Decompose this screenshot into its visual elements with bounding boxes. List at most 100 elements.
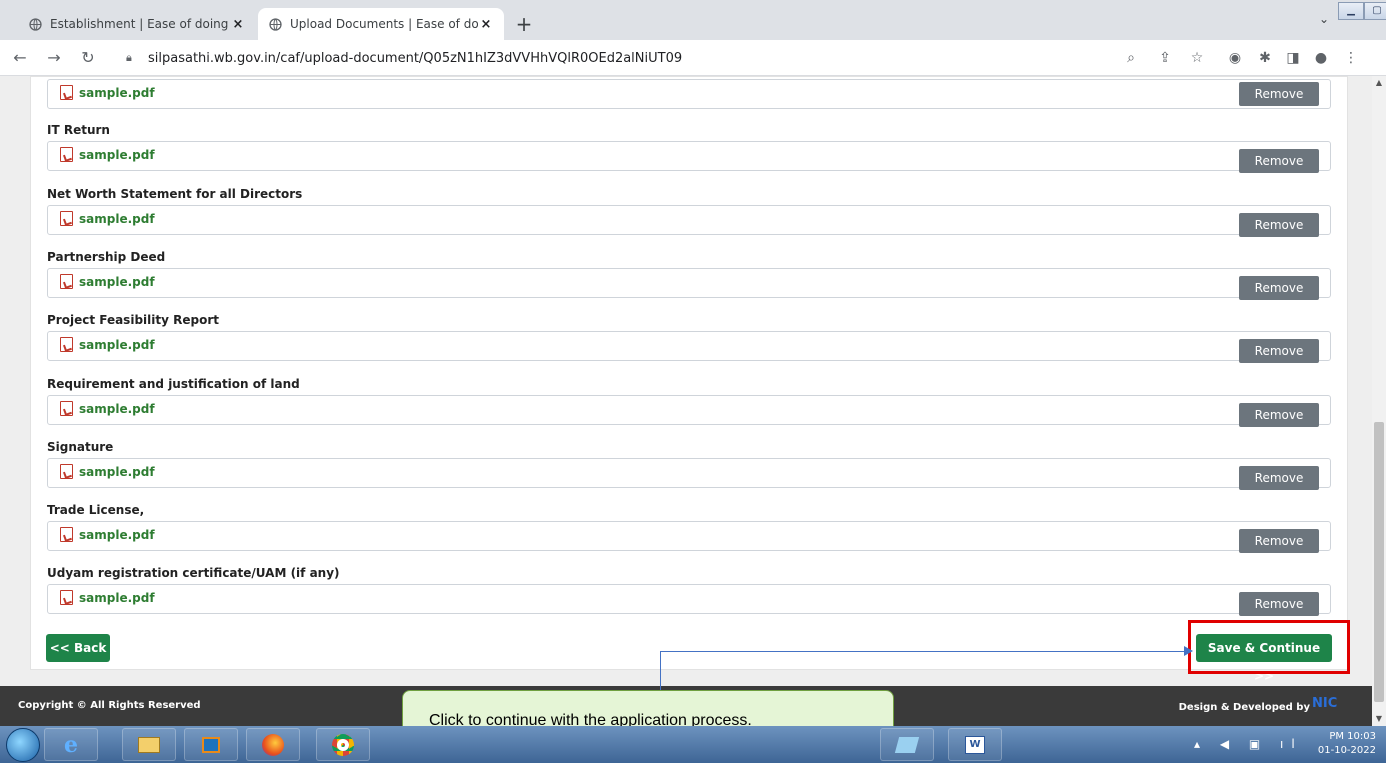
tab-search-icon[interactable]: ⌄ <box>1312 12 1336 34</box>
document-label: Project Feasibility Report <box>47 313 219 327</box>
file-link[interactable]: sample.pdf <box>60 527 155 542</box>
tab-upload-documents[interactable]: Upload Documents | Ease of doir × <box>258 8 504 40</box>
callout-connector-line <box>660 651 661 691</box>
remove-button[interactable]: Remove <box>1239 82 1319 106</box>
document-file-box: sample.pdf Remove <box>47 331 1331 363</box>
reload-icon[interactable]: ↻ <box>78 48 98 68</box>
side-panel-icon[interactable]: ◨ <box>1284 49 1302 67</box>
document-file-box: sample.pdf Remove <box>47 395 1331 427</box>
pdf-icon <box>60 590 73 605</box>
remove-button[interactable]: Remove <box>1239 403 1319 427</box>
word-icon[interactable]: W <box>948 728 1002 761</box>
highlight-box <box>1188 620 1350 674</box>
document-file-box: sample.pdf Remove <box>47 584 1331 616</box>
minimize-icon[interactable]: ▁ <box>1338 2 1364 20</box>
camera-icon[interactable]: ◉ <box>1226 49 1244 67</box>
pdf-icon <box>60 211 73 226</box>
callout-arrow-icon <box>1184 646 1193 656</box>
page-viewport: sample.pdf Remove IT Return sample.pdf R… <box>0 76 1372 726</box>
profile-avatar-icon[interactable]: ● <box>1312 49 1330 67</box>
remove-button[interactable]: Remove <box>1239 213 1319 237</box>
callout-connector-line <box>660 651 1190 652</box>
forward-arrow-icon[interactable]: → <box>44 48 64 68</box>
menu-kebab-icon[interactable]: ⋮ <box>1342 49 1360 67</box>
extensions-icon[interactable]: ✱ <box>1256 49 1274 67</box>
upload-documents-panel: sample.pdf Remove IT Return sample.pdf R… <box>30 76 1348 670</box>
remove-button[interactable]: Remove <box>1239 592 1319 616</box>
scrollbar-thumb[interactable] <box>1374 422 1384 702</box>
browser-tab-bar: Establishment | Ease of doing bus × Uplo… <box>0 0 1386 40</box>
pdf-icon <box>60 464 73 479</box>
remove-button[interactable]: Remove <box>1239 466 1319 490</box>
tab-close-icon[interactable]: × <box>230 17 246 32</box>
remove-button[interactable]: Remove <box>1239 276 1319 300</box>
new-tab-button[interactable]: + <box>510 10 538 38</box>
tab-close-icon[interactable]: × <box>478 17 494 32</box>
pdf-icon <box>60 401 73 416</box>
bookmark-star-icon[interactable]: ☆ <box>1188 49 1206 67</box>
document-label: IT Return <box>47 123 110 137</box>
document-file-box: sample.pdf Remove <box>47 205 1331 237</box>
document-file-box: sample.pdf Remove <box>47 79 1331 109</box>
firefox-icon[interactable] <box>246 728 300 761</box>
remove-button[interactable]: Remove <box>1239 339 1319 363</box>
document-label: Partnership Deed <box>47 250 166 264</box>
url-text: silpasathi.wb.gov.in/caf/upload-document… <box>148 50 683 66</box>
document-label: Trade License, <box>47 503 145 517</box>
internet-explorer-icon[interactable]: e <box>44 728 98 761</box>
pdf-icon <box>60 147 73 162</box>
document-label: Requirement and justification of land <box>47 377 300 391</box>
share-icon[interactable]: ⇪ <box>1156 49 1174 67</box>
remove-button[interactable]: Remove <box>1239 529 1319 553</box>
browser-toolbar: ← → ↻ 🔒︎ silpasathi.wb.gov.in/caf/upload… <box>0 40 1386 76</box>
media-player-icon[interactable] <box>184 728 238 761</box>
address-bar[interactable]: 🔒︎ silpasathi.wb.gov.in/caf/upload-docum… <box>116 44 1176 72</box>
maximize-icon[interactable]: ▢ <box>1364 2 1386 20</box>
pdf-icon <box>60 274 73 289</box>
document-file-box: sample.pdf Remove <box>47 141 1331 173</box>
system-tray: ▴ ◀ ▣ ıl PM 10:03 01-10-2022 <box>1176 726 1386 763</box>
pdf-icon <box>60 337 73 352</box>
file-link[interactable]: sample.pdf <box>60 85 155 100</box>
zoom-icon[interactable]: ⌕ <box>1122 49 1140 67</box>
tab-label: Upload Documents | Ease of doir <box>290 17 478 31</box>
taskbar-clock[interactable]: PM 10:03 01-10-2022 <box>1318 730 1376 758</box>
window-controls: ▁ ▢ ✕ <box>1338 2 1386 22</box>
document-label: Udyam registration certificate/UAM (if a… <box>47 566 340 580</box>
start-button-icon[interactable] <box>6 728 40 762</box>
file-link[interactable]: sample.pdf <box>60 401 155 416</box>
windows-taskbar: e W ▴ ◀ ▣ ıl PM 10:03 01-10-2022 <box>0 726 1386 763</box>
tab-label: Establishment | Ease of doing bus <box>50 17 230 31</box>
pdf-icon <box>60 85 73 100</box>
globe-icon <box>268 17 282 31</box>
file-link[interactable]: sample.pdf <box>60 211 155 226</box>
back-arrow-icon[interactable]: ← <box>10 48 30 68</box>
tab-establishment[interactable]: Establishment | Ease of doing bus × <box>18 8 256 40</box>
copyright-text: Copyright © All Rights Reserved <box>18 700 201 711</box>
remove-button[interactable]: Remove <box>1239 149 1319 173</box>
clock-time: PM 10:03 <box>1329 731 1376 742</box>
page-scrollbar[interactable]: ▲ ▼ <box>1372 76 1386 726</box>
file-link[interactable]: sample.pdf <box>60 464 155 479</box>
document-label: Net Worth Statement for all Directors <box>47 187 303 201</box>
file-link[interactable]: sample.pdf <box>60 337 155 352</box>
globe-icon <box>28 17 42 31</box>
back-button[interactable]: << Back <box>46 634 110 662</box>
developed-by-text: Design & Developed by <box>1178 702 1310 713</box>
file-link[interactable]: sample.pdf <box>60 147 155 162</box>
chrome-icon[interactable] <box>316 728 370 761</box>
document-file-box: sample.pdf Remove <box>47 458 1331 490</box>
tray-icons[interactable]: ▴ ◀ ▣ ıl <box>1194 737 1303 751</box>
file-link[interactable]: sample.pdf <box>60 590 155 605</box>
pdf-icon <box>60 527 73 542</box>
file-explorer-icon[interactable] <box>122 728 176 761</box>
scroll-down-icon[interactable]: ▼ <box>1372 712 1386 726</box>
clock-date: 01-10-2022 <box>1317 745 1376 756</box>
nic-logo: NIC <box>1312 696 1338 711</box>
scroll-up-icon[interactable]: ▲ <box>1372 76 1386 90</box>
document-file-box: sample.pdf Remove <box>47 268 1331 300</box>
lock-icon: 🔒︎ <box>126 51 132 64</box>
file-link[interactable]: sample.pdf <box>60 274 155 289</box>
document-file-box: sample.pdf Remove <box>47 521 1331 553</box>
notepad-icon[interactable] <box>880 728 934 761</box>
